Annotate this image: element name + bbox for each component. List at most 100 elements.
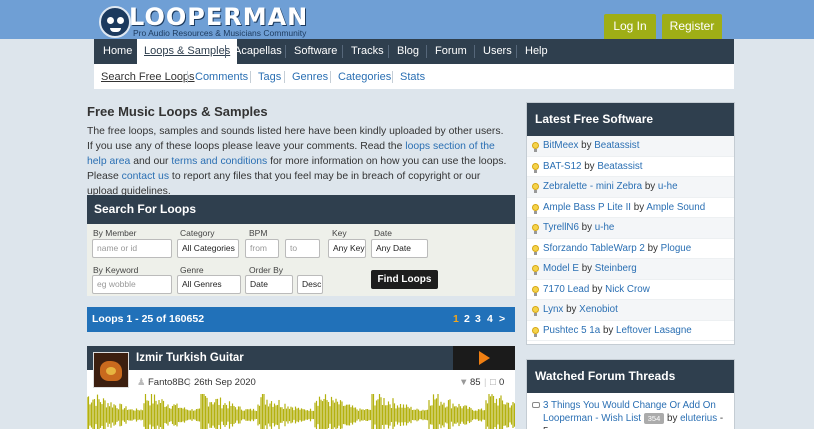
search-panel: Search For Loops By Member name or id Ca… [87, 195, 515, 296]
page-link-3[interactable]: 3 [475, 307, 481, 332]
member-input[interactable]: name or id [92, 239, 172, 258]
find-loops-button[interactable]: Find Loops [371, 270, 438, 289]
software-author-link[interactable]: Beatassist [594, 140, 639, 151]
keyword-input[interactable]: eg wobble [92, 275, 172, 294]
member-label: By Member [93, 228, 137, 238]
software-author-link[interactable]: Beatassist [597, 161, 642, 172]
software-item: Pushtec 5 1a by Leftover Lasagne [527, 321, 734, 341]
nav-software[interactable]: Software [294, 39, 337, 64]
sub-nav: Search Free Loops Comments Tags Genres C… [94, 64, 734, 89]
software-item: BAT-S12 by Beatassist [527, 157, 734, 177]
user-icon: ♟ [137, 377, 146, 388]
software-by: by [633, 201, 645, 213]
software-author-link[interactable]: u-he [658, 181, 678, 192]
bpm-from-input[interactable]: from [245, 239, 279, 258]
software-item: Zebralette - mini Zebra by u-he [527, 177, 734, 198]
key-select[interactable]: Any Key [328, 239, 366, 258]
subnav-divider [330, 71, 331, 83]
order-select[interactable]: Date [245, 275, 293, 294]
software-link[interactable]: Model E [543, 263, 579, 274]
software-link[interactable]: Pushtec 5 1a [543, 325, 600, 336]
date-select[interactable]: Any Date [371, 239, 428, 258]
intro-text: The free loops, samples and sounds liste… [87, 124, 512, 199]
login-button[interactable]: Log In [604, 14, 656, 39]
software-link[interactable]: Zebralette - mini Zebra [543, 181, 642, 192]
software-link[interactable]: TyrellN6 [543, 222, 579, 233]
subnav-genres[interactable]: Genres [292, 71, 328, 83]
download-icon: ▼ [459, 377, 469, 388]
nav-loops-samples[interactable]: Loops & Samples [137, 39, 238, 64]
intro-text-part: and our [130, 156, 172, 167]
page-link-2[interactable]: 2 [464, 307, 470, 332]
software-by: by [647, 242, 658, 254]
nav-forum[interactable]: Forum [435, 39, 467, 64]
software-author-link[interactable]: Nick Crow [605, 284, 650, 295]
software-item: Sforzando TableWarp 2 by Plogue [527, 239, 734, 259]
subnav-search-free-loops[interactable]: Search Free Loops [101, 71, 195, 83]
register-button[interactable]: Register [662, 14, 722, 39]
subnav-divider [187, 71, 188, 83]
page-link-4[interactable]: 4 [487, 307, 493, 332]
category-select[interactable]: All Categories [177, 239, 239, 258]
software-author-link[interactable]: Plogue [661, 243, 692, 254]
bulb-icon [532, 326, 539, 337]
nav-divider [342, 45, 343, 58]
next-page-link[interactable]: > [499, 307, 505, 332]
software-author-link[interactable]: u-he [595, 222, 615, 233]
software-author-link[interactable]: Ample Sound [646, 202, 705, 213]
site-logo[interactable]: LOOPERMAN Pro Audio Resources & Musician… [99, 3, 329, 38]
direction-select[interactable]: Desc [297, 275, 323, 294]
key-label: Key [332, 228, 347, 238]
contact-link[interactable]: contact us [122, 171, 169, 182]
comment-count: 0 [499, 377, 505, 388]
meta-divider: | [484, 377, 487, 388]
meta-divider: | [188, 377, 191, 388]
waveform[interactable] [87, 394, 515, 429]
date-label: Date [374, 228, 392, 238]
bulb-icon [532, 265, 539, 275]
bulb-icon [532, 306, 539, 316]
nav-users[interactable]: Users [483, 39, 512, 64]
nav-blog[interactable]: Blog [397, 39, 419, 64]
logo-mascot-icon [99, 6, 131, 38]
software-author-link[interactable]: Steinberg [595, 263, 637, 274]
thread-author-link[interactable]: eluterius [680, 413, 717, 424]
nav-divider [285, 45, 286, 58]
bulb-icon [532, 203, 539, 214]
subnav-comments[interactable]: Comments [195, 71, 248, 83]
software-by: by [584, 160, 595, 172]
play-button[interactable] [453, 346, 515, 370]
subnav-tags[interactable]: Tags [258, 71, 281, 83]
software-link[interactable]: Ample Bass P Lite II [543, 202, 631, 213]
software-link[interactable]: Lynx [543, 304, 563, 315]
nav-tracks[interactable]: Tracks [351, 39, 384, 64]
nav-acapellas[interactable]: Acapellas [234, 39, 282, 64]
software-author-link[interactable]: Leftover Lasagne [616, 325, 692, 336]
speech-bubble-icon [532, 402, 540, 408]
order-label: Order By [249, 265, 284, 275]
subnav-stats[interactable]: Stats [400, 71, 425, 83]
bulb-icon [532, 224, 539, 234]
loop-avatar[interactable] [93, 352, 129, 388]
page-link-1[interactable]: 1 [453, 307, 459, 332]
nav-help[interactable]: Help [525, 39, 548, 64]
software-link[interactable]: Sforzando TableWarp 2 [543, 243, 645, 254]
bpm-label: BPM [249, 228, 268, 238]
thread-item: 3 Things You Would Change Or Add On Loop… [527, 393, 734, 429]
nav-home[interactable]: Home [103, 39, 132, 64]
genre-select[interactable]: All Genres [177, 275, 241, 294]
subnav-categories[interactable]: Categories [338, 71, 391, 83]
software-link[interactable]: BAT-S12 [543, 161, 581, 172]
software-item: Model E by Steinberg [527, 259, 734, 280]
bpm-to-input[interactable]: to [285, 239, 320, 258]
nav-divider [516, 45, 517, 58]
software-by: by [644, 181, 656, 192]
software-link[interactable]: 7170 Lead [543, 284, 589, 295]
software-link[interactable]: BitMeex [543, 140, 578, 151]
loop-title[interactable]: Izmir Turkish Guitar [136, 352, 244, 364]
software-author-link[interactable]: Xenobiot [579, 304, 618, 315]
results-bar: Loops 1 - 25 of 160652 1 2 3 4 > [87, 307, 515, 332]
terms-link[interactable]: terms and conditions [171, 156, 267, 167]
software-item: Lynx by Xenobiot [527, 300, 734, 321]
loop-user-link[interactable]: Fanto8BC [148, 377, 191, 388]
